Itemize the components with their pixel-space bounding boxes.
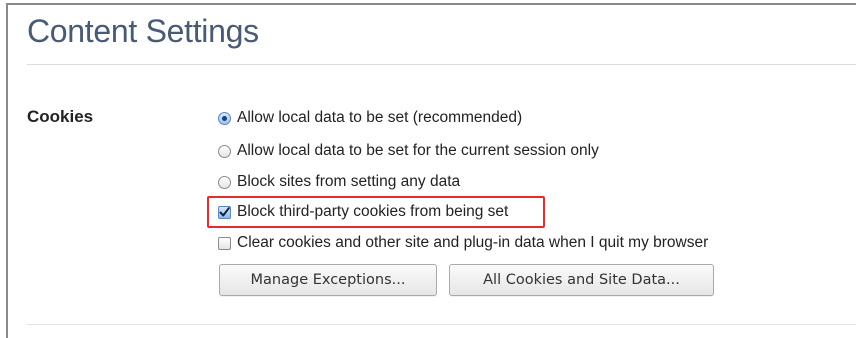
all-cookies-site-data-button[interactable]: All Cookies and Site Data... <box>449 264 714 296</box>
radio-button-selected[interactable] <box>218 111 231 125</box>
radio-option-label: Allow local data to be set for the curre… <box>237 142 599 159</box>
title-divider <box>27 64 856 65</box>
page-title: Content Settings <box>27 13 259 49</box>
radio-option-allow-local-data[interactable]: Allow local data to be set (recommended) <box>218 107 522 129</box>
radio-button[interactable] <box>218 175 231 189</box>
manage-exceptions-button[interactable]: Manage Exceptions... <box>219 264 437 296</box>
radio-option-label: Block sites from setting any data <box>237 173 461 190</box>
section-divider <box>27 324 856 325</box>
radio-option-block-sites[interactable]: Block sites from setting any data <box>218 171 460 193</box>
radio-button[interactable] <box>218 144 231 158</box>
radio-option-label: Allow local data to be set (recommended) <box>237 109 523 126</box>
checkbox-option-clear-on-quit[interactable]: Clear cookies and other site and plug-in… <box>218 232 708 254</box>
checkbox-unchecked[interactable] <box>218 236 231 250</box>
radio-option-session-only[interactable]: Allow local data to be set for the curre… <box>218 140 599 162</box>
highlight-annotation-box <box>207 196 545 228</box>
cookies-section-label: Cookies <box>27 107 94 126</box>
checkbox-option-label: Clear cookies and other site and plug-in… <box>237 234 709 251</box>
